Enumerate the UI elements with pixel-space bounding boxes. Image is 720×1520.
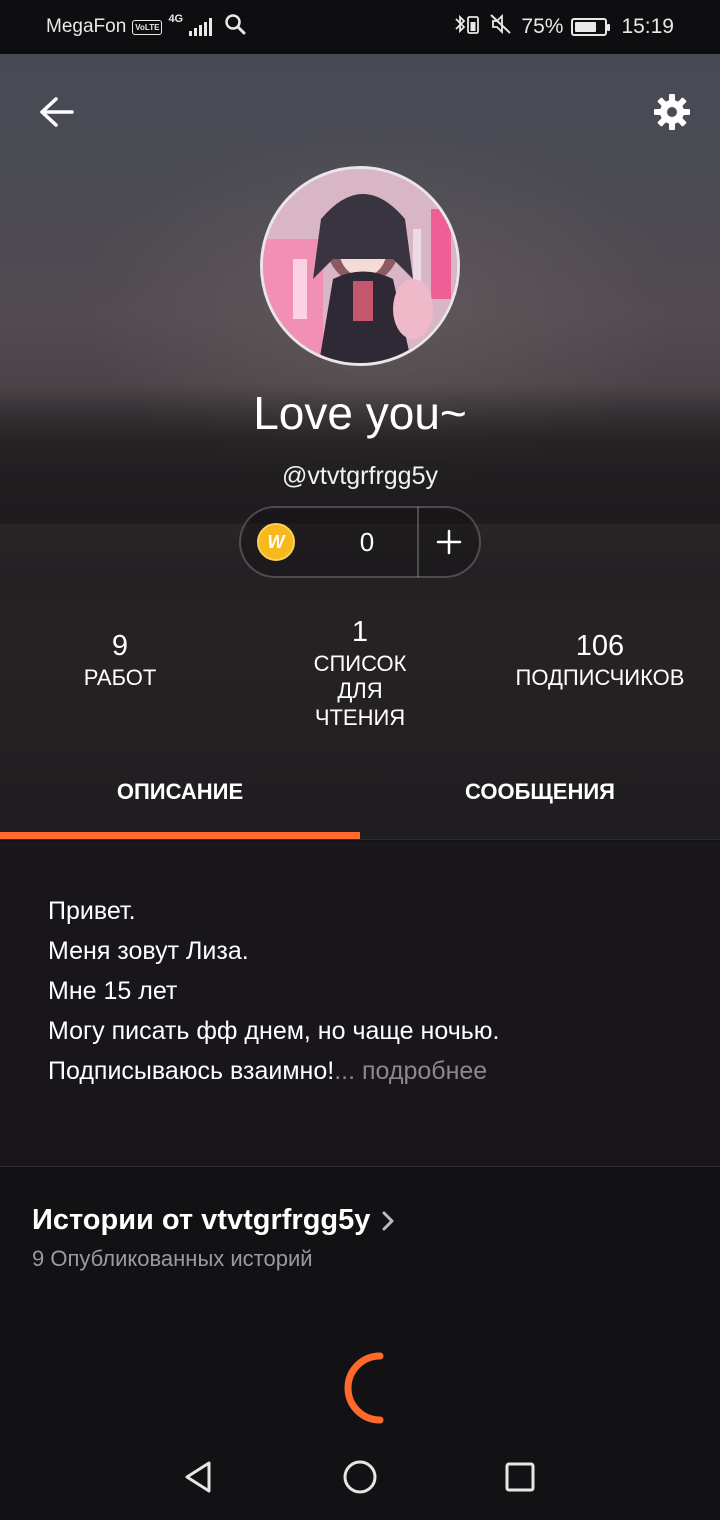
circle-home-icon <box>343 1460 377 1494</box>
stories-subtitle: 9 Опубликованных историй <box>32 1246 313 1271</box>
stat-followers[interactable]: 106 ПОДПИСЧИКОВ <box>480 614 720 731</box>
stat-label: СПИСОК ДЛЯ ЧТЕНИЯ <box>313 651 407 730</box>
gear-icon <box>654 94 690 130</box>
about-line: Привет. <box>48 897 136 925</box>
stat-value: 1 <box>351 616 369 648</box>
battery-icon <box>571 18 611 36</box>
username: @vtvtgrfrgg5y <box>282 462 438 490</box>
clock: 15:19 <box>621 15 674 38</box>
tab-description[interactable]: ОПИСАНИЕ <box>0 744 360 839</box>
about-line: Меня зовут Лиза. <box>48 937 249 965</box>
about-line-last: Подписываюсь взаимно!... подробнее <box>48 1051 499 1091</box>
coin-icon: W <box>257 523 295 561</box>
about-section: Привет. Меня зовут Лиза. Мне 15 лет Могу… <box>0 841 720 1167</box>
nav-recents-button[interactable] <box>497 1454 543 1500</box>
ellipsis: ... <box>334 1057 356 1085</box>
search-icon <box>224 13 246 41</box>
nav-back-button[interactable] <box>176 1454 222 1500</box>
coin-count: 0 <box>359 526 375 557</box>
about-line: Подписываюсь взаимно! <box>48 1057 335 1085</box>
square-recents-icon <box>505 1462 535 1492</box>
stat-label: РАБОТ <box>83 665 157 690</box>
stat-value: 9 <box>111 630 129 662</box>
about-line: Могу писать фф днем, но чаще ночью. <box>48 1017 500 1045</box>
settings-button[interactable] <box>648 88 696 136</box>
stat-label: ПОДПИСЧИКОВ <box>515 665 685 690</box>
profile-stats: 9 РАБОТ 1 СПИСОК ДЛЯ ЧТЕНИЯ 106 ПОДПИСЧИ… <box>0 614 720 731</box>
avatar[interactable] <box>260 166 460 366</box>
add-coins-button[interactable] <box>419 508 479 576</box>
plus-icon <box>436 529 462 555</box>
triangle-back-icon <box>185 1461 211 1493</box>
display-name: Love you~ <box>253 387 467 439</box>
stat-works[interactable]: 9 РАБОТ <box>0 614 240 731</box>
coins-widget: W 0 <box>239 506 481 578</box>
system-nav-bar <box>0 1430 720 1520</box>
stat-value: 106 <box>575 630 625 662</box>
stories-header-link[interactable]: Истории от vtvtgrfrgg5y <box>32 1204 396 1237</box>
tab-messages[interactable]: СООБЩЕНИЯ <box>360 744 720 839</box>
about-text: Привет. Меня зовут Лиза. Мне 15 лет Могу… <box>48 891 499 1091</box>
network-type: 4G <box>168 13 184 25</box>
stories-title: Истории от vtvtgrfrgg5y <box>32 1204 371 1236</box>
profile-tabs: ОПИСАНИЕ СООБЩЕНИЯ <box>0 744 720 840</box>
battery-percent: 75% <box>521 15 564 38</box>
read-more-link[interactable]: подробнее <box>362 1057 487 1085</box>
mute-icon <box>489 13 513 41</box>
status-bar: MegaFon VoLTE 4G 75% 15:19 <box>0 0 720 54</box>
about-line: Мне 15 лет <box>48 977 178 1005</box>
volte-badge: VoLTE <box>132 19 163 35</box>
profile-header: Love you~ @vtvtgrfrgg5y W 0 9 РАБОТ 1 СП… <box>0 54 720 840</box>
nav-home-button[interactable] <box>337 1454 383 1500</box>
carrier-name: MegaFon <box>46 16 127 37</box>
signal-icon <box>189 18 213 36</box>
arrow-left-icon <box>40 97 74 127</box>
chevron-right-icon <box>382 1211 394 1230</box>
stat-reading-list[interactable]: 1 СПИСОК ДЛЯ ЧТЕНИЯ <box>240 614 480 731</box>
bluetooth-battery-icon <box>453 13 481 41</box>
back-button[interactable] <box>34 90 78 134</box>
spinner-icon <box>344 1352 384 1424</box>
